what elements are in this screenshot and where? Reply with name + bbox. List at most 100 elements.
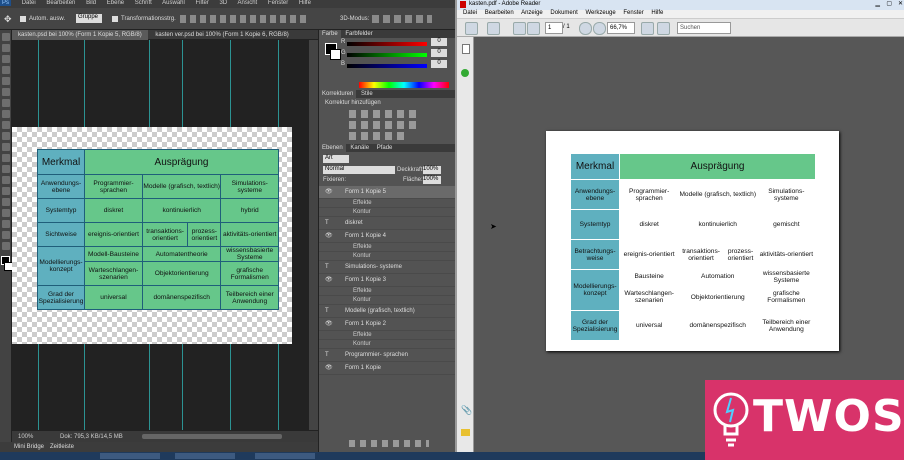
- layer-item[interactable]: 👁 Form 1 Kopie 2: [319, 318, 455, 331]
- fit-width-icon[interactable]: [657, 22, 670, 35]
- horizontal-scrollbar[interactable]: [142, 434, 282, 439]
- eye-icon[interactable]: 👁: [325, 318, 333, 330]
- vertical-scrollbar[interactable]: [309, 40, 318, 430]
- eraser-tool-icon[interactable]: [2, 143, 10, 151]
- move-tool-icon[interactable]: [2, 33, 10, 41]
- layer-item[interactable]: 👁 Form 1 Kopie: [319, 362, 455, 375]
- dodge-tool-icon[interactable]: [2, 176, 10, 184]
- menu-item[interactable]: Hilfe: [651, 10, 663, 16]
- color-spectrum-ramp[interactable]: [359, 82, 449, 88]
- menu-item[interactable]: Ebene: [107, 0, 124, 6]
- eye-icon[interactable]: T: [325, 261, 329, 273]
- eyedropper-tool-icon[interactable]: [2, 88, 10, 96]
- quick-select-tool-icon[interactable]: [2, 66, 10, 74]
- slider-r[interactable]: R 0: [319, 38, 455, 49]
- hand-tool-icon[interactable]: [2, 231, 10, 239]
- menu-item[interactable]: Fenster: [623, 10, 643, 16]
- tab-timeline[interactable]: Zeitleiste: [50, 444, 74, 450]
- slider-value[interactable]: 0: [431, 60, 447, 68]
- taskbar-button[interactable]: [100, 453, 160, 459]
- menu-item[interactable]: Werkzeuge: [585, 10, 615, 16]
- search-input[interactable]: Suchen: [677, 22, 731, 34]
- menu-item[interactable]: Ansicht: [238, 0, 258, 6]
- collaborate-icon[interactable]: [487, 22, 500, 35]
- crop-tool-icon[interactable]: [2, 77, 10, 85]
- zoom-out-icon[interactable]: [579, 22, 592, 35]
- previous-page-icon[interactable]: [513, 22, 526, 35]
- tab-mini-bridge[interactable]: Mini Bridge: [14, 444, 44, 450]
- tab-color[interactable]: Farbe: [319, 30, 341, 38]
- layer-item[interactable]: T Simulations- systeme: [319, 261, 455, 274]
- eye-icon[interactable]: 👁: [325, 186, 333, 198]
- tab-channels[interactable]: Kanäle: [347, 144, 372, 152]
- eye-icon[interactable]: T: [325, 305, 329, 317]
- slider-track[interactable]: [347, 53, 427, 57]
- menu-item[interactable]: Datei: [463, 10, 477, 16]
- eye-icon[interactable]: 👁: [325, 230, 333, 242]
- fit-page-icon[interactable]: [641, 22, 654, 35]
- menu-item[interactable]: Bild: [86, 0, 96, 6]
- slider-g[interactable]: G 0: [319, 49, 455, 60]
- menu-item[interactable]: Fenster: [268, 0, 288, 6]
- layer-effects-item[interactable]: Kontur: [319, 296, 455, 305]
- layer-effects-item[interactable]: Effekte: [319, 287, 455, 296]
- canvas-area[interactable]: Merkmal Ausprägung Anwendungs-ebene Prog…: [12, 40, 318, 430]
- menu-item[interactable]: Filter: [196, 0, 209, 6]
- healing-tool-icon[interactable]: [2, 99, 10, 107]
- zoom-level[interactable]: 100%: [18, 434, 33, 440]
- layer-item[interactable]: Tdiskret: [319, 217, 455, 230]
- adjustment-icons[interactable]: [349, 121, 419, 129]
- kind-filter-select[interactable]: Art: [323, 155, 349, 163]
- shape-tool-icon[interactable]: [2, 220, 10, 228]
- taskbar-button[interactable]: [175, 453, 235, 459]
- tab-styles[interactable]: Stile: [358, 90, 376, 98]
- close-icon[interactable]: ✕: [898, 0, 903, 7]
- document-tab[interactable]: kasten ver.psd bei 100% (Form 1 Kopie 6,…: [149, 30, 294, 40]
- paperclip-icon[interactable]: 📎: [461, 405, 472, 416]
- brush-tool-icon[interactable]: [2, 110, 10, 118]
- opacity-input[interactable]: 100%: [423, 166, 441, 174]
- move-tool-icon[interactable]: ✥: [4, 14, 14, 24]
- layer-effects-item[interactable]: Effekte: [319, 243, 455, 252]
- slider-b[interactable]: B 0: [319, 60, 455, 71]
- pen-tool-icon[interactable]: [2, 187, 10, 195]
- layers-footer-icons[interactable]: [349, 440, 429, 447]
- eye-icon[interactable]: 👁: [325, 274, 333, 286]
- group-select[interactable]: Gruppe: [76, 14, 102, 23]
- eye-icon[interactable]: T: [325, 349, 329, 361]
- lasso-tool-icon[interactable]: [2, 55, 10, 63]
- menu-item[interactable]: Anzeige: [521, 10, 543, 16]
- adjustment-icons[interactable]: [349, 132, 407, 140]
- blend-mode-select[interactable]: Normal: [323, 166, 395, 174]
- attachments-icon[interactable]: [461, 69, 469, 77]
- adjustment-icons[interactable]: [349, 110, 419, 118]
- taskbar-button[interactable]: [255, 453, 315, 459]
- document-canvas[interactable]: Merkmal Ausprägung Anwendungs-ebene Prog…: [12, 127, 292, 344]
- zoom-in-icon[interactable]: [593, 22, 606, 35]
- menu-item[interactable]: Auswahl: [162, 0, 185, 6]
- layer-item[interactable]: 👁 Form 1 Kopie 5: [319, 186, 455, 199]
- comments-icon[interactable]: [461, 429, 470, 436]
- layer-item[interactable]: 👁 Form 1 Kopie 3: [319, 274, 455, 287]
- next-page-icon[interactable]: [527, 22, 540, 35]
- layer-effects-item[interactable]: Kontur: [319, 208, 455, 217]
- transform-checkbox[interactable]: [112, 16, 118, 22]
- tab-adjustments[interactable]: Korrekturen: [319, 90, 357, 98]
- slider-track[interactable]: [347, 42, 427, 46]
- type-tool-icon[interactable]: [2, 198, 10, 206]
- maximize-icon[interactable]: ▢: [886, 0, 892, 7]
- path-select-tool-icon[interactable]: [2, 209, 10, 217]
- menu-item[interactable]: Schrift: [135, 0, 152, 6]
- print-icon[interactable]: [465, 22, 478, 35]
- layer-item[interactable]: T Programmier- sprachen: [319, 349, 455, 362]
- layer-item[interactable]: T Modelle (grafisch, textlich): [319, 305, 455, 318]
- eye-icon[interactable]: 👁: [325, 362, 333, 374]
- document-tab[interactable]: kasten.psd bei 100% (Form 1 Kopie 5, RGB…: [12, 30, 148, 40]
- stamp-tool-icon[interactable]: [2, 121, 10, 129]
- menu-item[interactable]: Hilfe: [299, 0, 311, 6]
- pages-icon[interactable]: [462, 44, 470, 54]
- mode-3d-icons[interactable]: [372, 15, 432, 23]
- menu-item[interactable]: Bearbeiten: [485, 10, 514, 16]
- menu-item[interactable]: Datei: [22, 0, 36, 6]
- layer-item[interactable]: 👁 Form 1 Kopie 4: [319, 230, 455, 243]
